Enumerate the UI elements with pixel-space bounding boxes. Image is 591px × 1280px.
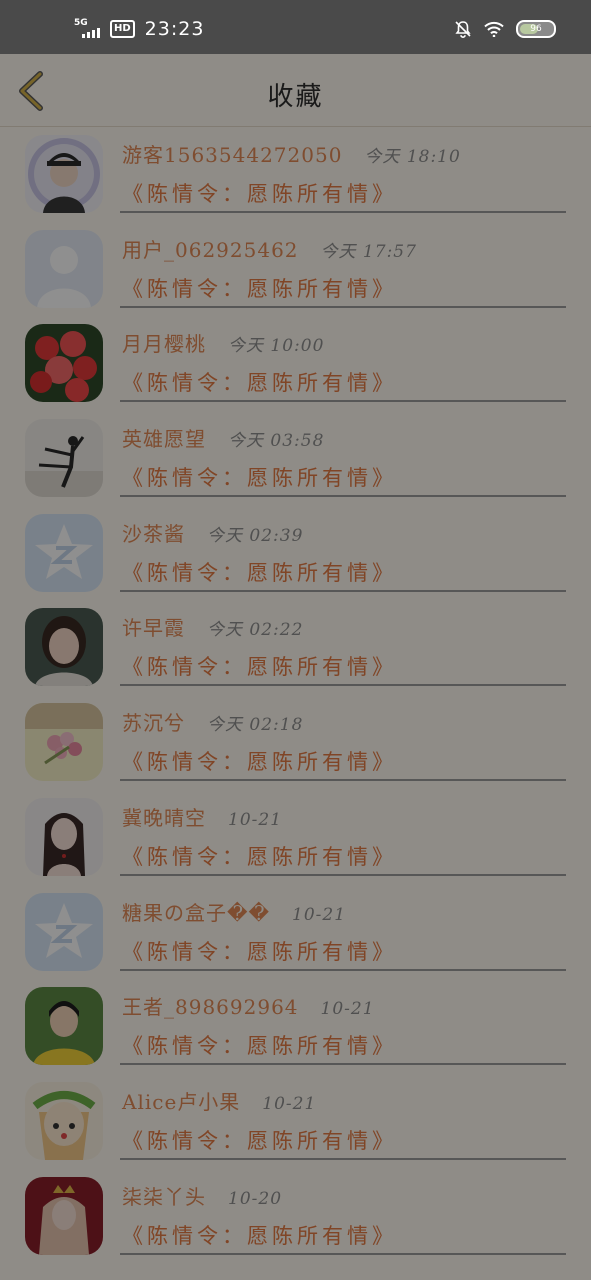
girl-avatar-image bbox=[25, 797, 103, 876]
divider bbox=[120, 211, 566, 213]
work-title[interactable]: 《陈情令：愿陈所有情》 bbox=[122, 1220, 397, 1250]
timestamp: 10-20 bbox=[228, 1188, 283, 1209]
signal-icon: 5G bbox=[74, 18, 104, 40]
list-item[interactable]: 柒柒丫头 10-20 《陈情令：愿陈所有情》 bbox=[0, 1170, 591, 1265]
work-title[interactable]: 《陈情令：愿陈所有情》 bbox=[122, 462, 397, 492]
user-name: 苏沉兮 bbox=[122, 711, 185, 736]
list-item[interactable]: 许早霞 今天 02:22 《陈情令：愿陈所有情》 bbox=[0, 601, 591, 696]
page-title: 收藏 bbox=[267, 82, 324, 112]
timestamp: 今天 02:18 bbox=[207, 715, 304, 736]
work-title[interactable]: 《陈情令：愿陈所有情》 bbox=[122, 367, 397, 397]
list-item[interactable]: 沙茶酱 今天 02:39 《陈情令：愿陈所有情》 bbox=[0, 507, 591, 602]
favorites-list: 游客1563544272050 今天 18:10 《陈情令：愿陈所有情》 用户_… bbox=[0, 128, 591, 1264]
list-item[interactable]: 月月樱桃 今天 10:00 《陈情令：愿陈所有情》 bbox=[0, 317, 591, 412]
work-title[interactable]: 《陈情令：愿陈所有情》 bbox=[122, 651, 397, 681]
divider bbox=[120, 779, 566, 782]
avatar[interactable] bbox=[25, 797, 103, 876]
timestamp: 今天 02:22 bbox=[207, 620, 304, 641]
hd-badge: HD bbox=[110, 20, 135, 38]
work-title[interactable]: 《陈情令：愿陈所有情》 bbox=[122, 1125, 397, 1155]
user-name: 英雄愿望 bbox=[122, 427, 206, 452]
work-title[interactable]: 《陈情令：愿陈所有情》 bbox=[122, 273, 397, 303]
crown-girl-avatar-image bbox=[25, 1176, 103, 1255]
cartoon-avatar-image bbox=[25, 135, 103, 213]
avatar[interactable] bbox=[25, 324, 103, 403]
avatar[interactable] bbox=[25, 608, 103, 687]
avatar[interactable] bbox=[25, 229, 103, 308]
timestamp: 今天 02:39 bbox=[207, 525, 304, 546]
divider bbox=[120, 589, 566, 592]
divider bbox=[120, 1063, 566, 1066]
timestamp: 今天 18:10 bbox=[364, 147, 461, 167]
bell-off-icon bbox=[455, 21, 471, 38]
user-name: 游客1563544272050 bbox=[122, 143, 343, 167]
default-user-avatar-image bbox=[25, 229, 103, 308]
network-label: 5G bbox=[74, 18, 88, 28]
status-bar: 5G HD 23:23 96 bbox=[0, 0, 591, 54]
timestamp: 10-21 bbox=[292, 904, 347, 925]
nav-bar: 收藏 bbox=[0, 54, 591, 127]
avatar[interactable] bbox=[25, 1081, 103, 1160]
user-name: 柒柒丫头 bbox=[122, 1184, 206, 1209]
avatar[interactable] bbox=[25, 1176, 103, 1255]
flower-avatar-image bbox=[25, 324, 103, 403]
avatar[interactable] bbox=[25, 135, 103, 213]
dancer-avatar-image bbox=[25, 419, 103, 498]
work-title[interactable]: 《陈情令：愿陈所有情》 bbox=[122, 557, 397, 587]
timestamp: 今天 17:57 bbox=[320, 241, 417, 262]
user-name: 沙茶酱 bbox=[122, 521, 185, 546]
qzone-avatar-image bbox=[25, 892, 103, 971]
battery-icon: 96 bbox=[516, 20, 556, 38]
list-item[interactable]: 糖果の盒子�� 10-21 《陈情令：愿陈所有情》 bbox=[0, 886, 591, 981]
timestamp: 10-21 bbox=[228, 809, 283, 830]
user-name: 月月樱桃 bbox=[122, 332, 206, 357]
list-item[interactable]: Alice卢小果 10-21 《陈情令：愿陈所有情》 bbox=[0, 1075, 591, 1170]
timestamp: 今天 10:00 bbox=[228, 336, 325, 357]
list-item[interactable]: 游客1563544272050 今天 18:10 《陈情令：愿陈所有情》 bbox=[0, 128, 591, 223]
bouquet-avatar-image bbox=[25, 703, 103, 782]
divider bbox=[120, 1252, 566, 1255]
work-title[interactable]: 《陈情令：愿陈所有情》 bbox=[122, 841, 397, 871]
timestamp: 10-21 bbox=[262, 1093, 317, 1114]
work-title[interactable]: 《陈情令：愿陈所有情》 bbox=[122, 1030, 397, 1060]
avatar[interactable] bbox=[25, 513, 103, 592]
work-title[interactable]: 《陈情令：愿陈所有情》 bbox=[122, 746, 397, 776]
timestamp: 今天 03:58 bbox=[228, 431, 325, 452]
work-title[interactable]: 《陈情令：愿陈所有情》 bbox=[122, 178, 397, 208]
user-name: Alice卢小果 bbox=[122, 1089, 241, 1114]
avatar[interactable] bbox=[25, 987, 103, 1066]
divider bbox=[120, 1157, 566, 1160]
wifi-icon bbox=[484, 21, 504, 37]
user-name: 许早霞 bbox=[122, 616, 185, 641]
user-name: 糖果の盒子�� bbox=[122, 900, 271, 925]
boy-avatar-image bbox=[25, 987, 103, 1066]
divider bbox=[120, 495, 566, 498]
status-left: 5G HD 23:23 bbox=[74, 18, 204, 40]
divider bbox=[120, 684, 566, 687]
divider bbox=[120, 305, 566, 308]
avatar[interactable] bbox=[25, 419, 103, 498]
wreath-cartoon-avatar-image bbox=[25, 1081, 103, 1160]
status-time: 23:23 bbox=[144, 18, 205, 40]
divider bbox=[120, 400, 566, 403]
list-item[interactable]: 英雄愿望 今天 03:58 《陈情令：愿陈所有情》 bbox=[0, 412, 591, 507]
timestamp: 10-21 bbox=[320, 999, 375, 1020]
divider bbox=[120, 968, 566, 971]
work-title[interactable]: 《陈情令：愿陈所有情》 bbox=[122, 936, 397, 966]
qzone-avatar-image bbox=[25, 513, 103, 592]
list-item[interactable]: 王者_898692964 10-21 《陈情令：愿陈所有情》 bbox=[0, 980, 591, 1075]
list-item[interactable]: 用户_062925462 今天 17:57 《陈情令：愿陈所有情》 bbox=[0, 223, 591, 318]
list-item[interactable]: 冀晚晴空 10-21 《陈情令：愿陈所有情》 bbox=[0, 791, 591, 886]
user-name: 冀晚晴空 bbox=[122, 805, 206, 830]
avatar[interactable] bbox=[25, 703, 103, 782]
battery-level: 96 bbox=[530, 24, 542, 34]
status-right: 96 bbox=[454, 20, 556, 38]
divider bbox=[120, 873, 566, 876]
list-item[interactable]: 苏沉兮 今天 02:18 《陈情令：愿陈所有情》 bbox=[0, 696, 591, 791]
portrait-avatar-image bbox=[25, 608, 103, 687]
avatar[interactable] bbox=[25, 892, 103, 971]
user-name: 王者_898692964 bbox=[122, 995, 299, 1020]
user-name: 用户_062925462 bbox=[122, 237, 299, 262]
